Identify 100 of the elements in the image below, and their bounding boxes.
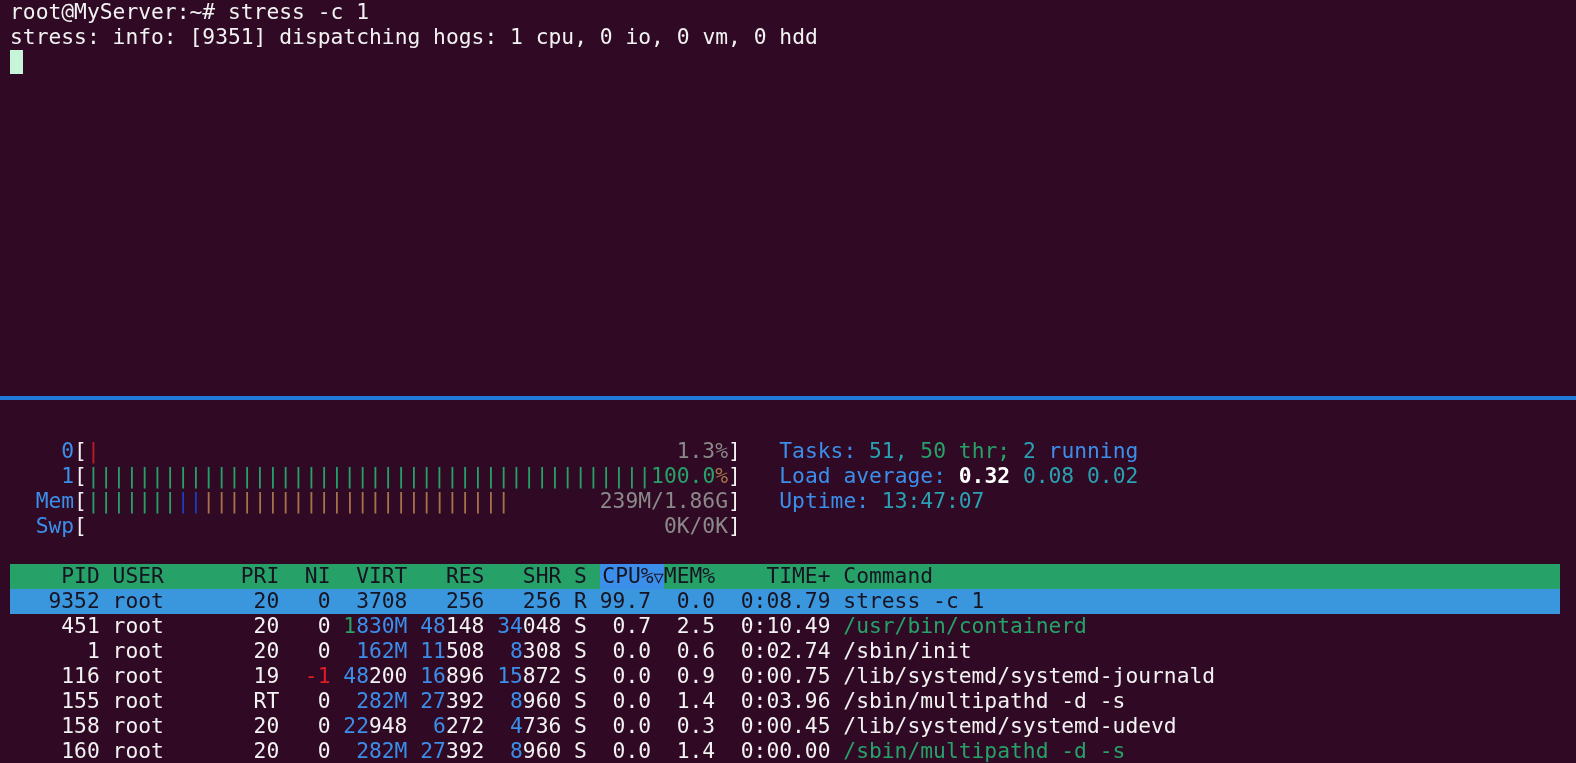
table-cell-text: 1.4 — [675, 689, 716, 714]
table-cell-text: 20 — [252, 639, 280, 664]
process-row[interactable]: 155 root RT 0 282M 27392 8960 S 0.0 1.4 0:03.96 /sbin/multipathd -d -s — [10, 689, 1560, 714]
bracket: ] — [728, 489, 741, 514]
table-cell-text: 8960 — [509, 689, 562, 714]
table-cell-text: 9352 — [47, 589, 100, 614]
table-cell-text: 158 — [60, 714, 100, 739]
table-cell-text: 0.0 — [611, 664, 653, 689]
meter-label: Mem — [34, 489, 75, 514]
table-cell-text: 256 — [444, 589, 485, 614]
table-cell-text: 34048 — [496, 614, 562, 639]
table-cell-text: 0 — [316, 614, 331, 639]
table-cell-text: stress -c 1 — [842, 589, 986, 614]
table-cell-text: 0:02.74 — [739, 639, 831, 664]
table-cell-text: -1 — [303, 664, 331, 689]
status-line: Uptime: 13:47:07 — [779, 489, 985, 514]
table-cell-text: S — [573, 664, 587, 689]
meter-text: |||||||||||||||||||||||| — [202, 489, 511, 514]
table-cell-text: S — [573, 639, 587, 664]
meter-text: |||||||||||||||||||||||||||||||||||||||||||| — [86, 464, 652, 489]
meter-label: Swp — [34, 514, 75, 539]
column-header[interactable]: TIME+ — [715, 564, 831, 589]
table-cell-text: 116 — [60, 664, 100, 689]
table-cell-text: 22948 — [342, 714, 408, 739]
table-cell-text: 0 — [316, 739, 331, 763]
bracket: ] — [728, 464, 741, 489]
column-header[interactable]: NI — [279, 564, 331, 589]
column-header[interactable]: PRI — [227, 564, 280, 589]
table-cell-text: S — [573, 689, 587, 714]
process-row[interactable]: 160 root 20 0 282M 27392 8960 S 0.0 1.4 0:00.00 /sbin/multipathd -d -s — [10, 739, 1560, 763]
table-cell-text: 0:00.75 — [739, 664, 831, 689]
table-cell-text: root — [111, 614, 165, 639]
column-header[interactable]: PID — [10, 564, 100, 589]
process-row[interactable]: 451 root 20 0 1830M 48148 34048 S 0.7 2.5 0:10.49 /usr/bin/containerd — [10, 614, 1560, 639]
table-cell-text: 48200 — [342, 664, 408, 689]
table-cell-text: 15872 — [496, 664, 562, 689]
table-cell-text: 0.6 — [675, 639, 716, 664]
table-cell-text: 0 — [316, 639, 331, 664]
meter-label: 1 — [60, 464, 75, 489]
table-cell-text: 3708 — [355, 589, 408, 614]
meter-reading: 0K/0K — [663, 514, 728, 539]
table-cell-text: 160 — [60, 739, 100, 763]
bracket: ] — [728, 514, 741, 539]
meter-text: || — [176, 489, 203, 514]
table-cell-text: 155 — [60, 689, 100, 714]
table-cell-text: S — [573, 739, 587, 763]
process-row[interactable]: 1 root 20 0 162M 11508 8308 S 0.0 0.6 0:02.74 /sbin/init — [10, 639, 1560, 664]
table-cell-text: 282M — [355, 739, 408, 763]
table-cell-text: 20 — [252, 739, 280, 763]
meter-label: 0 — [60, 439, 75, 464]
table-cell-text: 0.0 — [611, 739, 653, 763]
table-cell-text: 0:00.00 — [739, 739, 831, 763]
table-cell-text: S — [573, 714, 587, 739]
process-row[interactable]: 116 root 19 -1 48200 16896 15872 S 0.0 0.9 0:00.75 /lib/systemd/systemd-journald — [10, 664, 1560, 689]
table-cell-text: 8960 — [509, 739, 562, 763]
meter-reading: 1.3% — [676, 439, 728, 464]
table-cell-text: 162M — [355, 639, 408, 664]
process-row[interactable]: 158 root 20 0 22948 6272 4736 S 0.0 0.3 0:00.45 /lib/systemd/systemd-udevd — [10, 714, 1560, 739]
table-cell-text: /sbin/multipathd -d -s — [842, 739, 1127, 763]
table-cell-text: 0:08.79 — [739, 589, 831, 614]
table-cell-text: 48148 — [419, 614, 485, 639]
table-cell-text: /lib/systemd/systemd-journald — [842, 664, 1217, 689]
table-cell-text: root — [111, 714, 165, 739]
table-cell-text: root — [111, 589, 165, 614]
table-cell-text: /sbin/init — [842, 639, 973, 664]
table-cell-text: 0.0 — [611, 639, 653, 664]
bracket: [ — [74, 489, 87, 514]
table-cell-text: 0.7 — [611, 614, 653, 639]
table-cell-text: 0.0 — [611, 714, 653, 739]
table-cell-text: 4736 — [509, 714, 562, 739]
table-cell-text: R — [573, 589, 587, 614]
column-header[interactable]: USER — [99, 564, 228, 589]
table-cell-text: root — [111, 639, 165, 664]
table-cell-text: 8308 — [509, 639, 562, 664]
table-cell-text: 6272 — [432, 714, 485, 739]
bracket: [ — [74, 439, 87, 464]
table-cell-text: root — [111, 689, 165, 714]
table-cell-text: root — [111, 739, 165, 763]
table-cell-text: /usr/bin/containerd — [842, 614, 1088, 639]
bracket: ] — [728, 439, 741, 464]
meter-reading: 239M/1.86G — [599, 489, 728, 514]
table-cell-text: 451 — [60, 614, 100, 639]
table-cell-text: 0 — [316, 689, 331, 714]
column-header[interactable]: RES — [407, 564, 485, 589]
process-row[interactable]: 9352 root 20 0 3708 256 256 R 99.7 0.0 0:08.79 stress -c 1 — [10, 589, 1560, 614]
table-cell-text: 0.0 — [675, 589, 716, 614]
table-cell-text: 0.0 — [611, 689, 653, 714]
meter-reading: 100.0% — [651, 464, 729, 489]
column-header[interactable]: SHR — [484, 564, 562, 589]
table-cell-text: 1830M — [342, 614, 408, 639]
terminal-line: stress: info: [9351] dispatching hogs: 1 cpu, 0 io, 0 vm, 0 hdd — [10, 24, 818, 50]
table-cell-text: root — [111, 664, 165, 689]
table-cell-text: 0 — [316, 714, 331, 739]
table-cell-text: 11508 — [419, 639, 485, 664]
column-header[interactable]: VIRT — [330, 564, 408, 589]
table-cell-text: 0 — [316, 589, 331, 614]
column-header[interactable]: S — [561, 564, 587, 589]
table-cell-text: 256 — [521, 589, 562, 614]
table-cell-text: 0.9 — [675, 664, 716, 689]
column-header[interactable]: Command — [830, 564, 1560, 589]
